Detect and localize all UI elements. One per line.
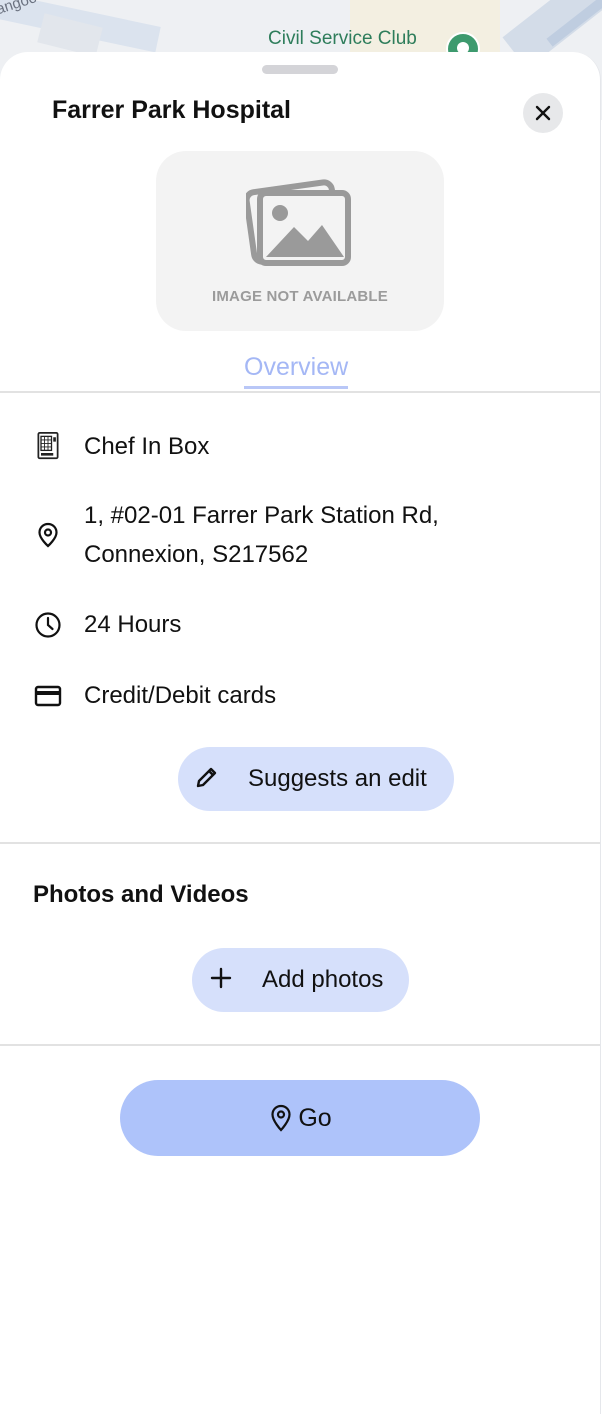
clock-icon bbox=[35, 612, 61, 638]
close-button[interactable] bbox=[523, 93, 563, 133]
pencil-icon bbox=[196, 767, 217, 788]
detail-text: Chef In Box bbox=[84, 433, 210, 460]
detail-text: 24 Hours bbox=[84, 611, 182, 638]
place-title: Farrer Park Hospital bbox=[52, 96, 291, 124]
go-button[interactable]: Go bbox=[120, 1080, 480, 1156]
location-pin-icon bbox=[38, 522, 58, 548]
go-label: Go bbox=[298, 1103, 332, 1132]
place-image-placeholder: IMAGE NOT AVAILABLE bbox=[156, 151, 444, 331]
add-photos-label: Add photos bbox=[262, 966, 384, 993]
image-unavailable-text: IMAGE NOT AVAILABLE bbox=[211, 288, 388, 305]
add-photos-button[interactable]: Add photos bbox=[192, 948, 409, 1012]
credit-card-icon bbox=[34, 685, 62, 707]
detail-text: Credit/Debit cards bbox=[84, 682, 277, 709]
detail-text: 1, #02-01 Farrer Park Station Rd, Connex… bbox=[84, 502, 439, 568]
divider bbox=[0, 1044, 600, 1046]
place-detail-sheet: Farrer Park Hospital IMAGE NOT AVAILABLE… bbox=[0, 52, 601, 1414]
suggest-edit-label: Suggests an edit bbox=[248, 765, 427, 792]
tab-overview[interactable]: Overview bbox=[244, 353, 349, 389]
divider bbox=[0, 391, 600, 393]
location-pin-icon bbox=[271, 1104, 291, 1132]
plus-icon bbox=[210, 967, 232, 989]
suggest-edit-button[interactable]: Suggests an edit bbox=[178, 747, 454, 811]
drag-handle[interactable] bbox=[262, 65, 338, 74]
map-poi-label[interactable]: Civil Service Club bbox=[268, 28, 417, 50]
close-icon bbox=[535, 105, 551, 121]
photos-section-heading: Photos and Videos bbox=[33, 881, 249, 908]
vending-machine-icon bbox=[37, 432, 59, 460]
divider bbox=[0, 842, 600, 844]
image-placeholder-icon bbox=[246, 179, 351, 266]
